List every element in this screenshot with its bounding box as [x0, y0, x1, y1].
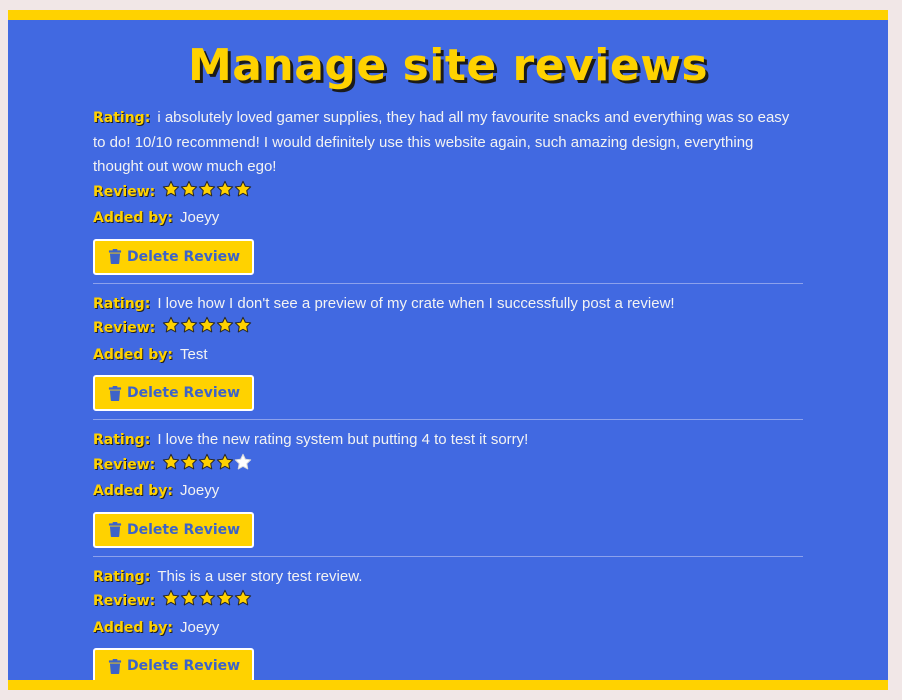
star-filled-icon: [180, 453, 198, 471]
review-label: Review:: [93, 320, 156, 336]
review-item: Rating: I love the new rating system but …: [93, 428, 803, 557]
added-by-label: Added by:: [93, 619, 174, 636]
rating-label: Rating:: [93, 432, 151, 448]
review-author: Test: [180, 345, 208, 363]
review-row: Review:: [93, 316, 803, 343]
rating-row: Rating: I love the new rating system but …: [93, 428, 803, 453]
review-label: Review:: [93, 183, 156, 200]
trash-icon: [108, 522, 122, 537]
added-by-row: Added by: Test: [93, 343, 803, 368]
star-rating: [162, 180, 252, 207]
star-filled-icon: [180, 316, 198, 334]
star-filled-icon: [234, 316, 252, 334]
review-label: Review:: [93, 456, 156, 473]
star-filled-icon: [180, 180, 198, 198]
star-filled-icon: [216, 589, 234, 607]
rating-label: Rating:: [93, 295, 151, 312]
review-row: Review:: [93, 453, 803, 480]
star-empty-icon: [234, 453, 252, 471]
trash-icon: [108, 385, 122, 401]
review-row: Review:: [93, 589, 803, 616]
review-text: I love the new rating system but putting…: [157, 431, 529, 448]
star-filled-icon: [234, 180, 252, 198]
review-author: Joeyy: [180, 209, 220, 226]
review-text: i absolutely loved gamer supplies, they …: [93, 109, 790, 175]
added-by-row: Added by: Joeyy: [93, 206, 803, 231]
star-filled-icon: [198, 589, 216, 607]
review-text: This is a user story test review.: [157, 567, 363, 585]
star-filled-icon: [162, 180, 180, 198]
review-text: I love how I don't see a preview of my c…: [157, 294, 675, 312]
added-by-label: Added by:: [93, 483, 174, 499]
added-by-row: Added by: Joeyy: [93, 616, 803, 641]
review-item: Rating: I love how I don't see a preview …: [93, 292, 803, 420]
star-rating: [162, 316, 252, 343]
star-filled-icon: [198, 180, 216, 198]
added-by-row: Added by: Joeyy: [93, 479, 803, 504]
rating-row: Rating: i absolutely loved gamer supplies…: [93, 106, 803, 180]
star-rating: [162, 453, 252, 480]
delete-review-label: Delete Review: [127, 385, 241, 401]
review-author: Joeyy: [180, 482, 220, 499]
page-frame: Manage site reviews Rating: i absolutely …: [8, 10, 888, 690]
review-row: Review:: [93, 180, 803, 207]
delete-review-button[interactable]: Delete Review: [93, 511, 255, 548]
review-item: Rating: This is a user story test review.…: [93, 565, 803, 680]
delete-review-label: Delete Review: [127, 521, 241, 538]
rating-row: Rating: This is a user story test review.: [93, 565, 803, 590]
delete-review-label: Delete Review: [127, 248, 241, 265]
star-filled-icon: [162, 316, 180, 334]
star-filled-icon: [180, 589, 198, 607]
star-filled-icon: [198, 453, 216, 471]
star-rating: [162, 589, 252, 616]
star-filled-icon: [216, 316, 234, 334]
review-author: Joeyy: [180, 618, 220, 636]
rating-label: Rating:: [93, 568, 151, 585]
star-filled-icon: [216, 180, 234, 198]
trash-icon: [108, 249, 122, 264]
added-by-label: Added by:: [93, 210, 174, 226]
star-filled-icon: [162, 453, 180, 471]
page-title: Manage site reviews: [187, 40, 709, 91]
review-list: Rating: i absolutely loved gamer supplies…: [93, 106, 803, 680]
rating-row: Rating: I love how I don't see a preview …: [93, 292, 803, 317]
delete-review-button[interactable]: Delete Review: [93, 648, 255, 680]
delete-review-label: Delete Review: [127, 658, 241, 674]
delete-review-button[interactable]: Delete Review: [93, 375, 255, 411]
star-filled-icon: [198, 316, 216, 334]
added-by-label: Added by:: [93, 346, 174, 363]
trash-icon: [108, 658, 122, 674]
delete-review-button[interactable]: Delete Review: [93, 238, 255, 275]
review-label: Review:: [93, 593, 156, 609]
star-filled-icon: [162, 589, 180, 607]
rating-label: Rating:: [93, 110, 151, 126]
review-item: Rating: i absolutely loved gamer supplies…: [93, 106, 803, 284]
star-filled-icon: [234, 589, 252, 607]
star-filled-icon: [216, 453, 234, 471]
